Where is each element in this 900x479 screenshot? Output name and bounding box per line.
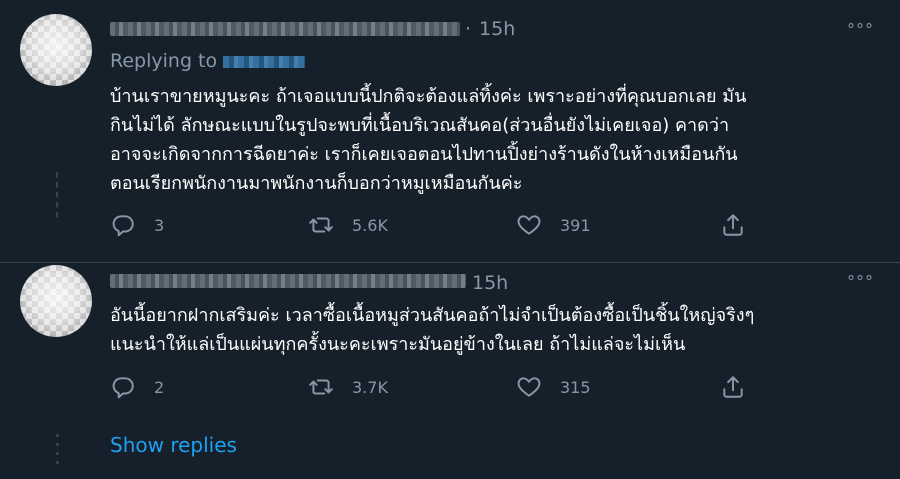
tweet-text-line: อาจจะเกิดจากการฉีดยาค่ะ เราก็เคยเจอตอนไป… xyxy=(110,144,738,165)
reply-button[interactable]: 3 xyxy=(110,210,164,240)
share-icon xyxy=(723,214,743,236)
like-count: 391 xyxy=(560,215,591,235)
tweet-actions: 3 5.6K 391 xyxy=(110,210,750,240)
tweet-actions: 2 3.7K 315 xyxy=(110,372,750,402)
thread-connector xyxy=(56,172,58,218)
tweet[interactable]: 15h °°° อันนี้อยากฝากเสริมค่ะ เวลาซื้อเน… xyxy=(0,263,900,479)
reply-icon xyxy=(112,215,134,237)
reply-count: 2 xyxy=(154,377,165,397)
tweet-text: อันนี้อยากฝากเสริมค่ะ เวลาซื้อเนื้อหมูส่… xyxy=(110,301,870,359)
more-options-button[interactable]: °°° xyxy=(847,272,874,291)
like-button[interactable]: 391 xyxy=(516,210,591,240)
tweet-text-line: บ้านเราขายหมูนะคะ ถ้าเจอแบบนี้ปกติจะต้อง… xyxy=(110,86,747,107)
retweet-icon xyxy=(309,217,333,233)
share-icon xyxy=(723,376,743,398)
author-name-blurred[interactable] xyxy=(110,274,466,288)
like-button[interactable]: 315 xyxy=(516,372,591,402)
show-replies-link[interactable]: Show replies xyxy=(110,433,237,457)
author-name-blurred[interactable] xyxy=(110,22,460,36)
replying-to-label: Replying to xyxy=(110,50,218,72)
avatar[interactable] xyxy=(20,265,92,337)
tweet-meta: · 15h xyxy=(465,18,515,40)
thread-dots xyxy=(56,431,59,465)
more-options-button[interactable]: °°° xyxy=(847,20,874,39)
retweet-icon xyxy=(309,379,333,395)
timestamp[interactable]: 15h xyxy=(479,18,515,40)
replying-to: Replying to xyxy=(110,50,306,72)
retweet-count: 3.7K xyxy=(352,377,388,397)
reply-icon xyxy=(112,377,134,399)
tweet-text-line: กินไม่ได้ ลักษณะแบบในรูปจะพบที่เนื้อบริเ… xyxy=(110,115,730,136)
replying-to-handle-blurred[interactable] xyxy=(223,55,306,68)
share-button[interactable] xyxy=(720,372,746,402)
retweet-button[interactable]: 5.6K xyxy=(308,210,388,240)
reply-button[interactable]: 2 xyxy=(110,372,164,402)
tweet-text-line: แนะนำให้แล่เป็นแผ่นทุกครั้งนะคะเพราะมันอ… xyxy=(110,334,686,355)
retweet-button[interactable]: 3.7K xyxy=(308,372,388,402)
like-count: 315 xyxy=(560,377,591,397)
retweet-count: 5.6K xyxy=(352,215,388,235)
tweet[interactable]: · 15h °°° Replying to บ้านเราขายหมูนะคะ ถ… xyxy=(0,0,900,263)
share-button[interactable] xyxy=(720,210,746,240)
reply-count: 3 xyxy=(154,215,165,235)
tweet-text-line: อันนี้อยากฝากเสริมค่ะ เวลาซื้อเนื้อหมูส่… xyxy=(110,305,755,326)
tweet-meta: 15h xyxy=(472,272,508,294)
separator-dot: · xyxy=(465,18,472,40)
heart-icon xyxy=(517,215,541,235)
tweet-text: บ้านเราขายหมูนะคะ ถ้าเจอแบบนี้ปกติจะต้อง… xyxy=(110,82,870,198)
avatar[interactable] xyxy=(20,14,92,86)
heart-icon xyxy=(517,377,541,397)
tweet-text-line: ตอนเรียกพนักงานมาพนักงานก็บอกว่าหมูเหมือ… xyxy=(110,173,523,194)
timestamp[interactable]: 15h xyxy=(472,272,508,294)
